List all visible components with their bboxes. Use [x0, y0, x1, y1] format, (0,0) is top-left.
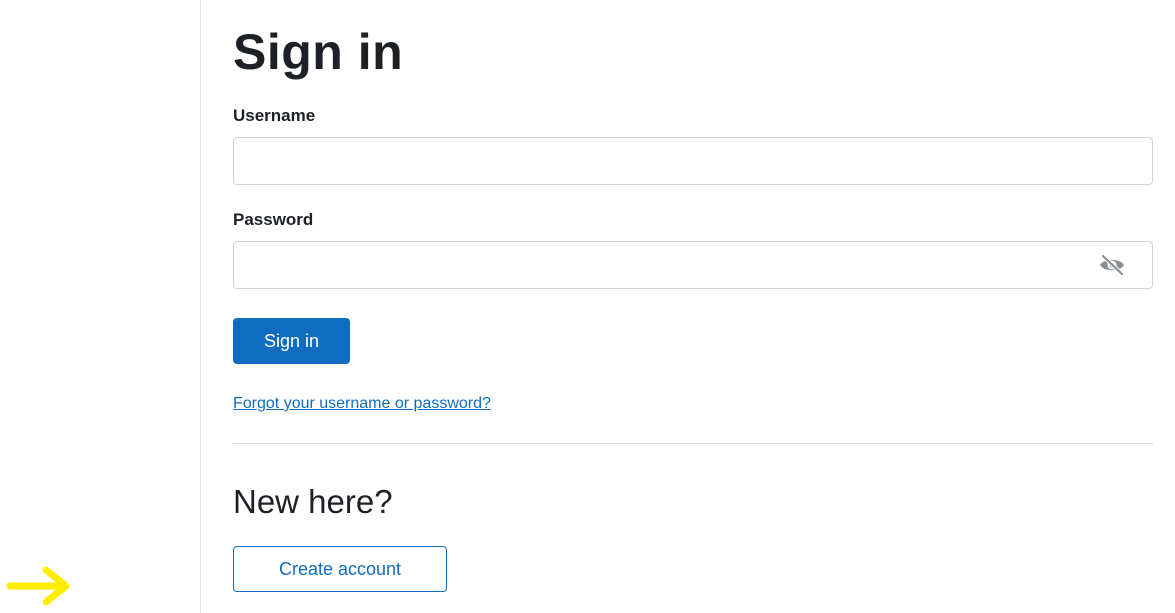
signin-button[interactable]: Sign in	[233, 318, 350, 364]
username-input[interactable]	[233, 137, 1153, 185]
left-divider	[200, 0, 201, 613]
eye-slash-icon[interactable]	[1097, 252, 1127, 278]
new-here-heading: New here?	[233, 483, 393, 520]
password-input[interactable]	[233, 241, 1153, 289]
login-page: Sign in Username Password Sign in Forgot…	[0, 0, 1175, 613]
arrow-right-icon	[6, 566, 70, 606]
forgot-password-link[interactable]: Forgot your username or password?	[233, 394, 491, 414]
section-divider	[233, 443, 1153, 444]
create-account-button[interactable]: Create account	[233, 546, 447, 592]
page-title: Sign in	[233, 24, 404, 80]
username-label: Username	[233, 106, 316, 125]
password-label: Password	[233, 210, 314, 229]
